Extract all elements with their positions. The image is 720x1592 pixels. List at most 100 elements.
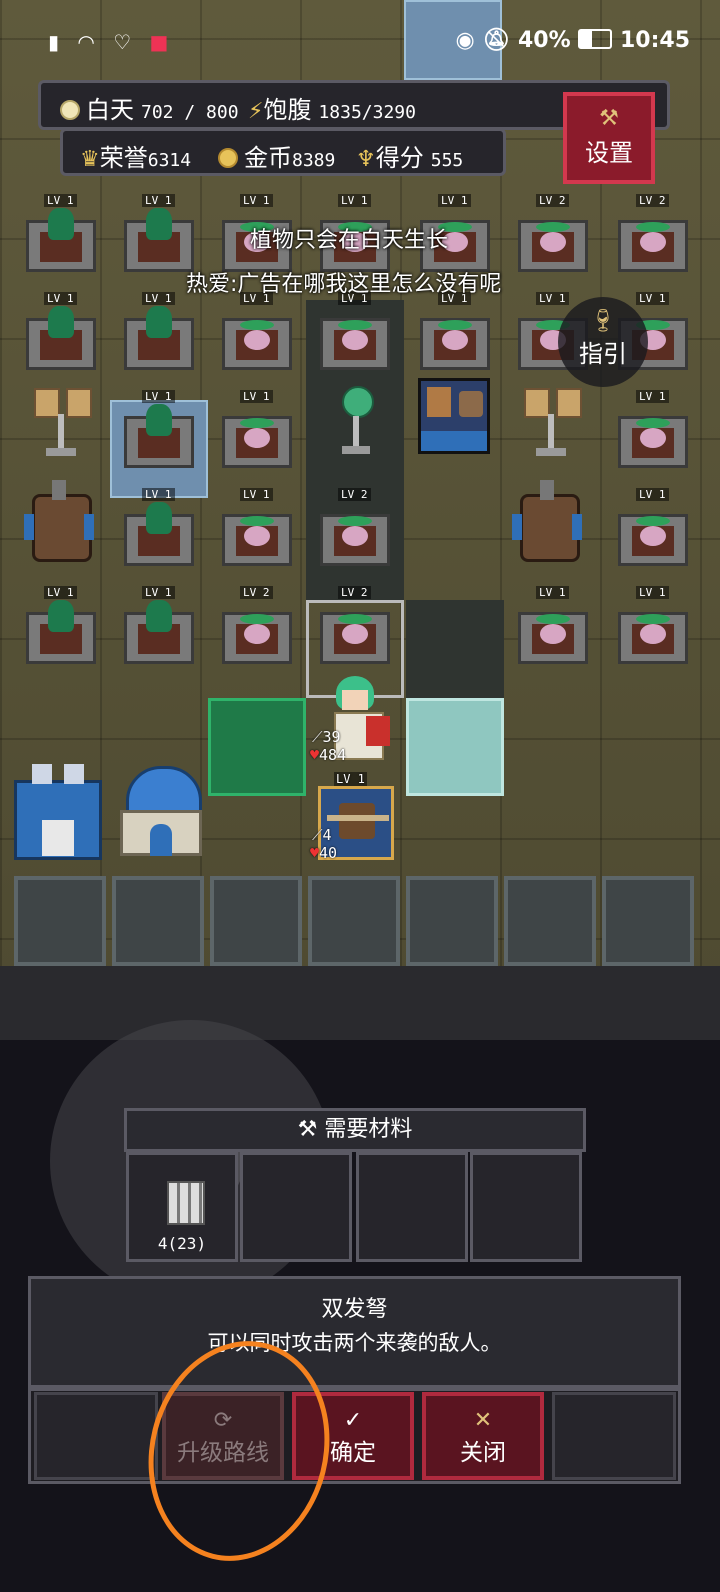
tree-planter[interactable]: LV 1 xyxy=(26,194,96,272)
status-icons: ▮ ◠ ♡ ■ xyxy=(48,30,174,54)
plant-level: LV 1 xyxy=(536,586,569,599)
tree-planter[interactable]: LV 1 xyxy=(124,292,194,370)
status-bar: ▮ ◠ ♡ ■ ◉ 🔕︎ 40% 10:45 xyxy=(0,0,720,88)
stone-tile xyxy=(406,600,504,698)
plant-level: LV 1 xyxy=(44,292,77,305)
materials-title: 需要材料 xyxy=(324,1117,413,1142)
chat-message: 热爱:广告在哪我这里怎么没有呢 xyxy=(186,272,502,297)
turnip-planter[interactable]: LV 1 xyxy=(420,292,490,370)
plant-level: LV 1 xyxy=(636,586,669,599)
materials-header: ⚒ 需要材料 xyxy=(124,1108,586,1152)
map-edge xyxy=(0,966,720,1040)
crown-icon: ♛ xyxy=(80,147,100,172)
wall-block xyxy=(14,876,106,966)
green-orb-lamp[interactable] xyxy=(338,386,374,458)
crossbow-hp: ♥40 xyxy=(310,844,338,862)
hunger-value: 1835/3290 xyxy=(318,102,416,123)
turnip-planter[interactable]: LV 1 xyxy=(518,586,588,664)
grass-tile[interactable] xyxy=(208,698,306,796)
score-label: 得分 xyxy=(375,144,424,172)
trophy-icon: ♆ xyxy=(356,147,376,172)
shop-building[interactable] xyxy=(14,764,102,860)
turnip-planter[interactable]: LV 1 xyxy=(618,586,688,664)
turnip-planter[interactable]: LV 2 xyxy=(518,194,588,272)
plant-level: LV 1 xyxy=(240,488,273,501)
dome-building[interactable] xyxy=(116,766,206,858)
tree-planter[interactable]: LV 1 xyxy=(124,488,194,566)
plant-level: LV 1 xyxy=(438,194,471,207)
plant-level: LV 1 xyxy=(536,292,569,305)
item-info-panel: 双发弩 可以同时攻击两个来袭的敌人。 xyxy=(28,1276,681,1388)
workshop-building[interactable] xyxy=(418,378,490,454)
wall-block xyxy=(504,876,596,966)
tree-planter[interactable]: LV 1 xyxy=(124,390,194,468)
turnip-planter[interactable]: LV 2 xyxy=(222,586,292,664)
plant-level: LV 1 xyxy=(240,390,273,403)
ice-tile-cyan[interactable] xyxy=(406,698,504,796)
eye-icon: ◉ xyxy=(455,28,475,53)
hunger-icon: ⚡︎ xyxy=(248,99,264,124)
turnip-planter[interactable]: LV 1 xyxy=(618,390,688,468)
material-slot-empty[interactable] xyxy=(470,1152,582,1262)
honor-label: 荣誉 xyxy=(99,144,148,172)
wall-block xyxy=(406,876,498,966)
plant-level: LV 1 xyxy=(636,488,669,501)
empty-slot-right xyxy=(552,1392,676,1480)
score-stat: ♆得分 555 xyxy=(356,138,463,173)
status-right: ◉ 🔕︎ 40% 10:45 xyxy=(455,28,690,53)
turnip-planter[interactable]: LV 1 xyxy=(222,488,292,566)
plant-level: LV 1 xyxy=(636,390,669,403)
close-icon: ✕ xyxy=(473,1408,493,1433)
material-slot-empty[interactable] xyxy=(356,1152,468,1262)
plant-level: LV 1 xyxy=(142,194,175,207)
plant-level: LV 2 xyxy=(338,488,371,501)
battery-icon xyxy=(578,29,613,49)
item-name: 双发弩 xyxy=(321,1297,388,1322)
hunger-stat: ⚡︎饱腹 1835/3290 xyxy=(248,90,416,125)
turnip-planter[interactable]: LV 2 xyxy=(618,194,688,272)
empty-slot-left xyxy=(34,1392,158,1480)
wrench-icon: ⚒ xyxy=(297,1117,318,1142)
turnip-planter[interactable]: LV 1 xyxy=(320,292,390,370)
guide-label: 指引 xyxy=(579,340,627,368)
material-slot-empty[interactable] xyxy=(240,1152,352,1262)
tree-planter[interactable]: LV 1 xyxy=(26,586,96,664)
close-button[interactable]: ✕ 关闭 xyxy=(422,1392,544,1480)
tree-planter[interactable]: LV 1 xyxy=(26,292,96,370)
tree-planter[interactable]: LV 1 xyxy=(124,194,194,272)
plant-level: LV 1 xyxy=(142,586,175,599)
hero-attack: ⟋39 xyxy=(312,728,341,746)
plant-level: LV 1 xyxy=(240,194,273,207)
water-well[interactable] xyxy=(24,480,94,562)
turnip-planter[interactable]: LV 1 xyxy=(222,390,292,468)
wall-block xyxy=(602,876,694,966)
turnip-planter[interactable]: LV 1 xyxy=(222,292,292,370)
plant-level: LV 2 xyxy=(240,586,273,599)
settings-button[interactable]: ⚒ 设置 xyxy=(563,92,655,184)
plant-level: LV 1 xyxy=(142,488,175,501)
honor-stat: ♛荣誉6314 xyxy=(80,138,191,173)
crossbow-level: LV 1 xyxy=(334,772,367,786)
day-value: 702 / 800 xyxy=(141,102,239,123)
tree-planter[interactable]: LV 1 xyxy=(124,586,194,664)
app-icon: ■ xyxy=(149,30,175,54)
pillar-icon xyxy=(167,1181,205,1225)
turnip-planter[interactable]: LV 1 xyxy=(618,488,688,566)
wall-block xyxy=(210,876,302,966)
wall-block xyxy=(308,876,400,966)
alert-icon: ▮ xyxy=(48,30,66,54)
guide-button[interactable]: 🍷︎ 指引 xyxy=(558,297,648,387)
material-slot[interactable]: 4(23) xyxy=(126,1152,238,1262)
turnip-planter[interactable]: LV 2 xyxy=(320,488,390,566)
plant-level: LV 1 xyxy=(44,586,77,599)
gold-stat: 金币8389 xyxy=(218,138,335,173)
plant-level: LV 2 xyxy=(536,194,569,207)
turnip-planter[interactable]: LV 2 xyxy=(320,586,390,664)
plant-level: LV 1 xyxy=(44,194,77,207)
lamp-post[interactable] xyxy=(34,388,92,458)
sun-icon xyxy=(60,100,80,120)
material-qty: 4(23) xyxy=(157,1234,207,1253)
lamp-post[interactable] xyxy=(524,388,582,458)
water-well[interactable] xyxy=(512,480,582,562)
wall-block xyxy=(112,876,204,966)
